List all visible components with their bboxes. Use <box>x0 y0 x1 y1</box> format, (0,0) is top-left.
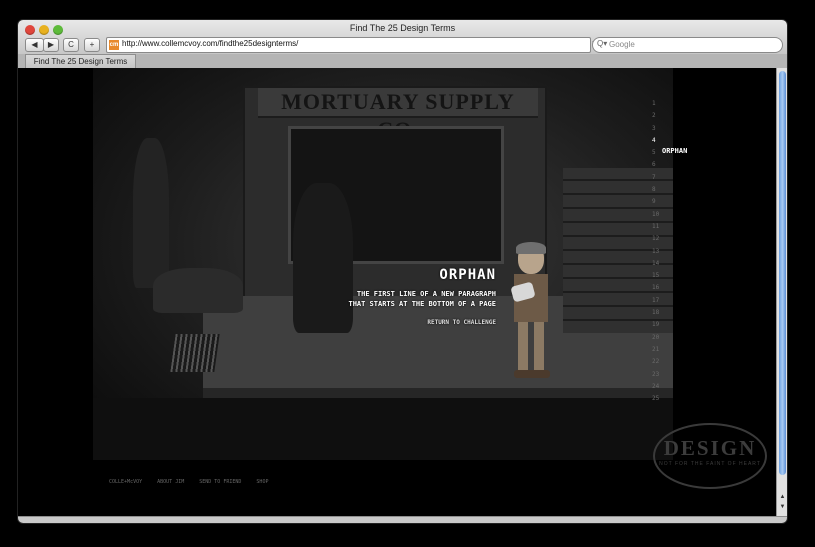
term-nav-item[interactable]: 8 <box>652 184 712 196</box>
orphan-shoes <box>514 370 550 378</box>
address-bar[interactable]: cm http://www.collemcvoy.com/findthe25de… <box>106 37 591 53</box>
footer-link-collemcvoy[interactable]: COLLE+McVOY <box>109 479 142 485</box>
footer-links: COLLE+McVOY ABOUT JIM SEND TO FRIEND SHO… <box>109 479 280 485</box>
search-placeholder: Google <box>609 40 635 49</box>
shop-signboard: MORTUARY SUPPLY CO. <box>258 88 538 142</box>
back-icon: ◀ <box>31 40 38 49</box>
orphan-cap <box>516 242 546 254</box>
illustration-scene: MORTUARY SUPPLY CO. <box>93 68 673 460</box>
term-nav-item[interactable]: 11 <box>652 221 712 233</box>
term-definition-line-1: THE FIRST LINE OF A NEW PARAGRAPH <box>356 290 496 298</box>
term-nav-item[interactable]: 13 <box>652 246 712 258</box>
term-nav-item[interactable]: 9 <box>652 196 712 208</box>
term-nav-item[interactable]: 16 <box>652 282 712 294</box>
term-nav-item[interactable]: 6 <box>652 159 712 171</box>
search-field[interactable]: Q▾ Google <box>592 37 783 53</box>
standing-man-figure <box>133 138 169 288</box>
term-nav-item[interactable]: 21 <box>652 344 712 356</box>
url-text[interactable]: http://www.collemcvoy.com/findthe25desig… <box>122 39 298 48</box>
term-nav-item[interactable]: 14 <box>652 258 712 270</box>
forward-button[interactable]: ▶ <box>43 38 59 52</box>
orphan-boy-character[interactable] <box>508 242 554 379</box>
sewer-grate-illustration <box>170 334 220 372</box>
term-nav-item[interactable]: 24 <box>652 381 712 393</box>
logo-sub-text: NOT FOR THE FAINT OF HEART <box>659 461 761 467</box>
active-term-label[interactable]: ORPHAN <box>662 147 687 155</box>
add-bookmark-button[interactable]: + <box>84 38 100 52</box>
orphan-legs <box>518 322 544 372</box>
forward-icon: ▶ <box>47 40 55 49</box>
footer-link-about[interactable]: ABOUT JIM <box>157 479 184 485</box>
term-nav-item-active[interactable]: 4 <box>652 135 712 147</box>
reload-icon: C <box>68 40 74 49</box>
term-nav-item[interactable]: 10 <box>652 209 712 221</box>
term-definition-line-2: THAT STARTS AT THE BOTTOM OF A PAGE <box>348 300 496 308</box>
window-title: Find The 25 Design Terms <box>349 23 456 33</box>
back-button[interactable]: ◀ <box>25 38 44 52</box>
term-nav-item[interactable]: 19 <box>652 319 712 331</box>
tab-bar: Find The 25 Design Terms <box>18 54 787 69</box>
term-nav-item[interactable]: 23 <box>652 369 712 381</box>
term-nav-item[interactable]: 18 <box>652 307 712 319</box>
design-logo: DESIGN NOT FOR THE FAINT OF HEART <box>653 423 767 489</box>
logo-main-text: DESIGN <box>663 436 757 460</box>
term-nav-item[interactable]: 22 <box>652 356 712 368</box>
search-icon: Q▾ <box>597 39 608 48</box>
reload-button[interactable]: C <box>63 38 79 52</box>
title-bar: Find The 25 Design Terms ◀ ▶ C + cm http… <box>18 20 787 69</box>
tab-find-design-terms[interactable]: Find The 25 Design Terms <box>25 54 136 69</box>
term-nav-item[interactable]: 25 <box>652 393 712 405</box>
term-nav-item[interactable]: 2 <box>652 110 712 122</box>
street-illustration <box>93 398 673 460</box>
cloaked-figure <box>293 183 353 333</box>
vertical-scrollbar[interactable]: ▲ ▼ <box>776 68 787 516</box>
term-nav-item[interactable]: 7 <box>652 172 712 184</box>
term-title: ORPHAN <box>439 267 496 283</box>
scrollbar-thumb[interactable] <box>779 71 786 475</box>
term-nav-item[interactable]: 15 <box>652 270 712 282</box>
scroll-down-icon[interactable]: ▼ <box>778 504 787 510</box>
term-nav-item[interactable]: 3 <box>652 123 712 135</box>
scroll-up-icon[interactable]: ▲ <box>778 494 787 500</box>
term-nav-item[interactable]: 17 <box>652 295 712 307</box>
term-number-nav: 1 2 3 4 5 6 7 8 9 10 11 12 13 14 15 16 1… <box>652 98 712 405</box>
page-viewport: MORTUARY SUPPLY CO. ORPHAN THE FIRST LIN… <box>18 68 776 516</box>
footer-link-shop[interactable]: SHOP <box>256 479 268 485</box>
return-to-challenge-link[interactable]: RETURN TO CHALLENGE <box>427 319 496 326</box>
browser-window: Find The 25 Design Terms ◀ ▶ C + cm http… <box>18 20 787 523</box>
term-nav-item[interactable]: 1 <box>652 98 712 110</box>
fallen-man-figure <box>153 268 243 313</box>
term-nav-item[interactable]: 20 <box>652 332 712 344</box>
favicon-icon: cm <box>109 40 119 50</box>
term-nav-item[interactable]: 12 <box>652 233 712 245</box>
status-bar <box>18 516 787 523</box>
plus-icon: + <box>89 40 95 49</box>
footer-link-send-to-friend[interactable]: SEND TO FRIEND <box>199 479 241 485</box>
